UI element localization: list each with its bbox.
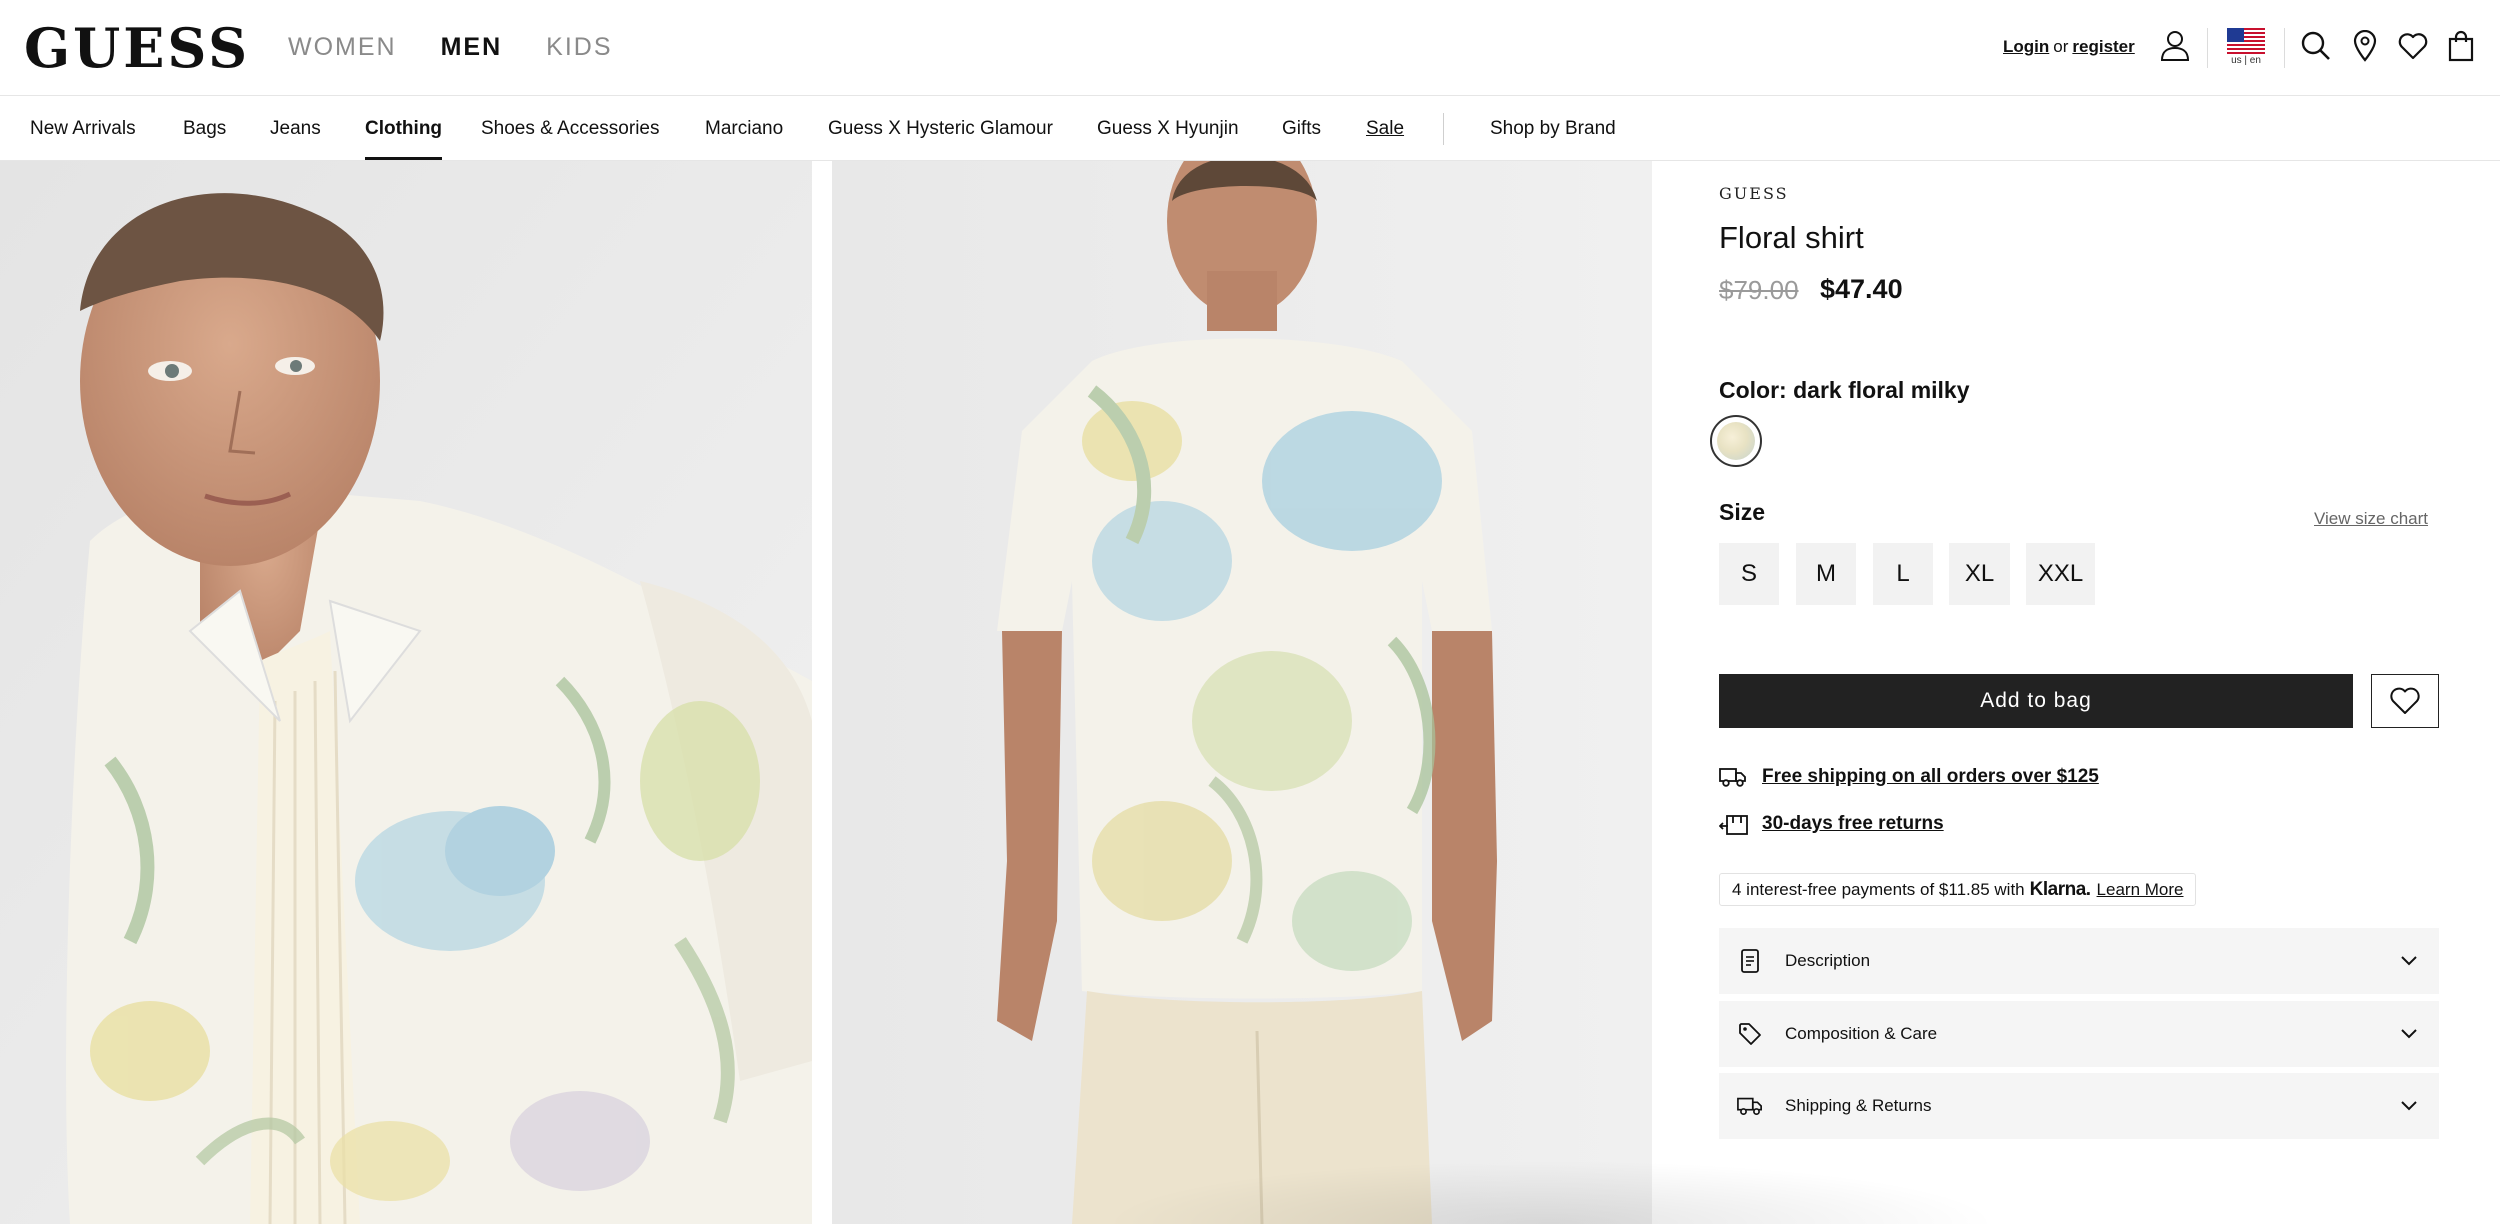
size-label: Size (1719, 499, 1766, 525)
search-icon[interactable] (2298, 28, 2334, 64)
accordion-shipping-returns[interactable]: Shipping & Returns (1719, 1073, 2439, 1139)
nav-marciano[interactable]: Marciano (705, 115, 783, 143)
nav-sale[interactable]: Sale (1366, 115, 1404, 143)
free-shipping-link[interactable]: Free shipping on all orders over $125 (1762, 766, 2099, 788)
add-to-bag-button[interactable]: Add to bag (1719, 674, 2353, 728)
truck-icon (1719, 763, 1749, 791)
header-divider (2284, 28, 2285, 68)
gender-nav: WOMEN MEN KIDS (288, 30, 613, 64)
store-locator-icon[interactable] (2347, 28, 2383, 64)
size-button-m[interactable]: M (1796, 543, 1856, 605)
free-returns-perk: 30-days free returns (1719, 810, 1944, 838)
category-nav: New Arrivals Bags Jeans Clothing Shoes &… (0, 97, 2500, 161)
nav-gifts[interactable]: Gifts (1282, 115, 1321, 143)
nav-shop-by-brand[interactable]: Shop by Brand (1490, 115, 1616, 143)
account-links: Login or register (2003, 34, 2135, 60)
accordion-label: Description (1785, 951, 1871, 970)
gender-tab-women[interactable]: WOMEN (288, 30, 397, 64)
view-size-chart-link[interactable]: View size chart (2314, 508, 2428, 530)
klarna-learn-more-link[interactable]: Learn More (2097, 880, 2184, 900)
size-button-xxl[interactable]: XXL (2026, 543, 2095, 605)
chevron-down-icon (2399, 950, 2419, 970)
nav-bags[interactable]: Bags (183, 115, 226, 143)
accordion-label: Composition & Care (1785, 1024, 1938, 1043)
product-image-front[interactable] (0, 161, 812, 1224)
klarna-text: 4 interest-free payments of $11.85 with (1732, 879, 2025, 899)
free-shipping-perk: Free shipping on all orders over $125 (1719, 763, 2099, 791)
tag-icon (1737, 1021, 1763, 1047)
login-link[interactable]: Login (2003, 37, 2049, 56)
nav-clothing[interactable]: Clothing (365, 115, 443, 160)
locale-selector[interactable]: us | en (2227, 28, 2265, 68)
sale-price: $47.40 (1820, 274, 1903, 304)
heart-icon (2390, 687, 2420, 714)
user-icon[interactable] (2157, 28, 2193, 64)
us-flag-icon (2227, 28, 2265, 54)
free-returns-link[interactable]: 30-days free returns (1762, 813, 1944, 835)
klarna-logo: Klarna. (2029, 878, 2091, 900)
gender-tab-kids[interactable]: KIDS (546, 30, 612, 64)
shopping-bag-icon[interactable] (2443, 28, 2479, 64)
original-price: $79.00 (1719, 275, 1799, 305)
locale-text: us | en (2231, 55, 2261, 66)
add-to-wishlist-button[interactable] (2371, 674, 2439, 728)
size-button-xl[interactable]: XL (1949, 543, 2010, 605)
size-button-l[interactable]: L (1873, 543, 1933, 605)
nav-jeans[interactable]: Jeans (270, 115, 321, 143)
register-link[interactable]: register (2072, 37, 2134, 56)
nav-guess-x-hysteric-glamour[interactable]: Guess X Hysteric Glamour (828, 115, 1053, 143)
chevron-down-icon (2399, 1095, 2419, 1115)
product-image-back[interactable] (832, 161, 1652, 1224)
accordion-label: Shipping & Returns (1785, 1096, 1932, 1115)
site-header: GUESS WOMEN MEN KIDS Login or register us … (0, 0, 2500, 96)
wishlist-heart-icon[interactable] (2395, 28, 2431, 64)
swatch-fill (1717, 422, 1755, 460)
nav-divider (1443, 113, 1444, 145)
klarna-banner: 4 interest-free payments of $11.85 with … (1719, 873, 2197, 906)
color-swatch-dark-floral-milky[interactable] (1710, 415, 1762, 467)
document-icon (1737, 948, 1763, 974)
accordion-description[interactable]: Description (1719, 928, 2439, 994)
color-label: Color: dark floral milky (1719, 377, 1970, 403)
guess-logo[interactable]: GUESS (24, 18, 250, 78)
gender-tab-men[interactable]: MEN (441, 30, 503, 64)
accordion-composition-care[interactable]: Composition & Care (1719, 1001, 2439, 1067)
size-button-s[interactable]: S (1719, 543, 1779, 605)
return-box-icon (1719, 810, 1749, 838)
nav-guess-x-hyunjin[interactable]: Guess X Hyunjin (1097, 115, 1239, 143)
header-divider (2207, 28, 2208, 68)
nav-new-arrivals[interactable]: New Arrivals (30, 115, 136, 143)
chevron-down-icon (2399, 1023, 2419, 1043)
product-title: Floral shirt (1719, 220, 1864, 255)
product-brand: GUESS (1719, 184, 1789, 203)
truck-icon (1737, 1093, 1763, 1119)
or-text: or (2053, 37, 2069, 56)
nav-shoes-accessories[interactable]: Shoes & Accessories (481, 115, 659, 143)
